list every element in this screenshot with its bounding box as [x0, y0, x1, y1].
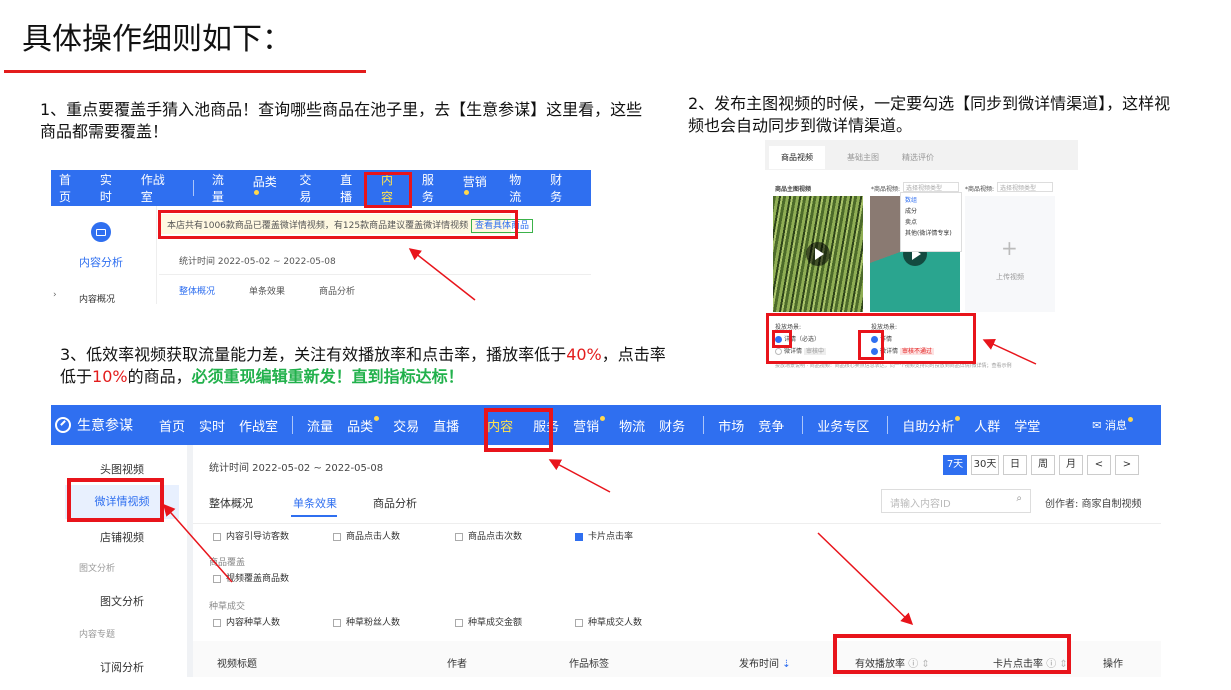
- arrow-3: [548, 459, 611, 493]
- arrow-1: [408, 248, 476, 301]
- arrow-2: [982, 338, 1037, 365]
- arrow-5: [817, 532, 914, 626]
- annotation-arrows: [163, 248, 1037, 626]
- arrow-4: [163, 503, 233, 583]
